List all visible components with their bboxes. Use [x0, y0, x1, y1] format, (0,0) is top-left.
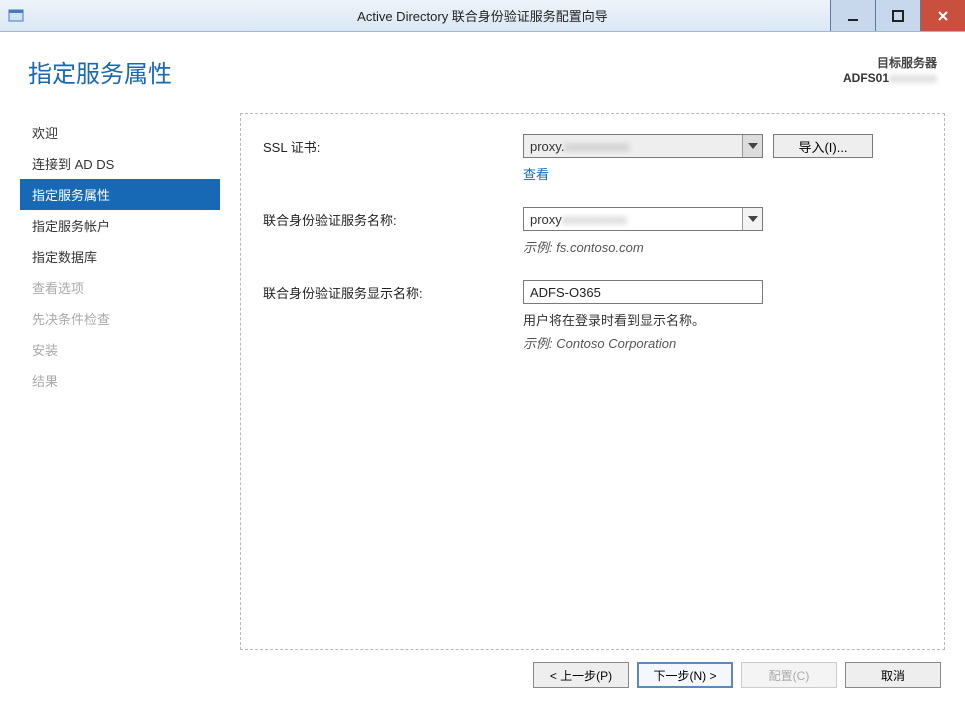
- target-server-info: 目标服务器 ADFS01xxxxxxxx: [843, 54, 937, 85]
- configure-button: 配置(C): [741, 662, 837, 688]
- sidebar-item-welcome[interactable]: 欢迎: [20, 117, 220, 148]
- sidebar-item-service-account[interactable]: 指定服务帐户: [20, 210, 220, 241]
- wizard-steps-sidebar: 欢迎 连接到 AD DS 指定服务属性 指定服务帐户 指定数据库 查看选项 先决…: [20, 113, 220, 650]
- sidebar-item-install: 安装: [20, 334, 220, 365]
- window-title: Active Directory 联合身份验证服务配置向导: [0, 6, 965, 25]
- display-name-label: 联合身份验证服务显示名称:: [263, 283, 523, 302]
- window-controls: [830, 0, 965, 31]
- fed-service-name-label: 联合身份验证服务名称:: [263, 210, 523, 229]
- target-server-value: ADFS01: [843, 71, 889, 85]
- fed-service-name-dropdown[interactable]: proxyxxxxxxxxxx: [523, 207, 763, 231]
- view-cert-link[interactable]: 查看: [523, 167, 549, 182]
- minimize-button[interactable]: [830, 0, 875, 31]
- fed-service-name-value: proxy: [530, 212, 562, 227]
- chevron-down-icon: [742, 135, 762, 157]
- close-button[interactable]: [920, 0, 965, 31]
- sidebar-item-prereq: 先决条件检查: [20, 303, 220, 334]
- sidebar-item-service-properties[interactable]: 指定服务属性: [20, 179, 220, 210]
- previous-button[interactable]: < 上一步(P): [533, 662, 629, 688]
- chevron-down-icon: [742, 208, 762, 230]
- titlebar: Active Directory 联合身份验证服务配置向导: [0, 0, 965, 32]
- wizard-header: 指定服务属性 目标服务器 ADFS01xxxxxxxx: [20, 50, 945, 93]
- next-button[interactable]: 下一步(N) >: [637, 662, 733, 688]
- content-panel: SSL 证书: proxy.xxxxxxxxxx 导入(I)... 查看: [240, 113, 945, 650]
- ssl-cert-dropdown[interactable]: proxy.xxxxxxxxxx: [523, 134, 763, 158]
- sidebar-item-review: 查看选项: [20, 272, 220, 303]
- display-name-input[interactable]: [523, 280, 763, 304]
- display-name-hint: 用户将在登录时看到显示名称。: [523, 310, 922, 329]
- fed-service-name-example: 示例: fs.contoso.com: [523, 237, 922, 256]
- sidebar-item-connect-adds[interactable]: 连接到 AD DS: [20, 148, 220, 179]
- sidebar-item-results: 结果: [20, 365, 220, 396]
- ssl-cert-value: proxy.: [530, 139, 564, 154]
- maximize-button[interactable]: [875, 0, 920, 31]
- target-server-label: 目标服务器: [843, 54, 937, 71]
- ssl-cert-label: SSL 证书:: [263, 137, 523, 156]
- import-button[interactable]: 导入(I)...: [773, 134, 873, 158]
- page-title: 指定服务属性: [28, 54, 172, 89]
- sidebar-item-database[interactable]: 指定数据库: [20, 241, 220, 272]
- app-icon: [8, 8, 24, 24]
- display-name-example: 示例: Contoso Corporation: [523, 333, 922, 352]
- wizard-footer: < 上一步(P) 下一步(N) > 配置(C) 取消: [20, 650, 945, 694]
- cancel-button[interactable]: 取消: [845, 662, 941, 688]
